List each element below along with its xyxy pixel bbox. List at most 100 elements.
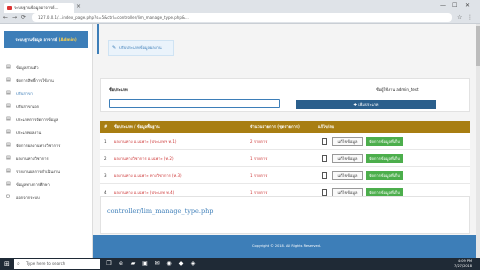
search-icon: ⌕ — [17, 261, 20, 267]
menu-item-icon: ⏻ — [6, 194, 10, 200]
taskbar: ⊞ ⌕ Type here to search ❐ e ▰ ▣ ✉ ◉ ◆ ◈ … — [0, 258, 480, 270]
sidebar-item[interactable]: ▤ รายงานผลการดำเนินงาน — [0, 166, 93, 177]
manage-button[interactable]: จัดการข้อมูลที่เก็บ — [366, 154, 403, 163]
browser-tab[interactable]: ระบบฐานข้อมูลอาจารย์… — [4, 3, 74, 13]
edge-icon[interactable]: e — [117, 260, 125, 268]
sidebar: ระบบฐานข้อมูล อาจารย์ (Admin) ▤ ข้อมูลส่ว… — [0, 24, 93, 258]
sidebar-item-label: ปรับสาขาเอก — [16, 104, 40, 109]
breadcrumb: ✎ ปรับประเภทข้อมูลผลงาน — [108, 40, 174, 56]
col-count: จำนวนรายการ (ชุดรายการ) — [250, 124, 300, 129]
breadcrumb-text: ปรับประเภทข้อมูลผลงาน — [119, 45, 162, 50]
sidebar-item-label: ข้อมูลส่วนตัว — [16, 65, 39, 70]
scroll-thumb[interactable] — [476, 26, 480, 66]
add-type-button[interactable]: ✚ เพิ่มประเภท — [296, 100, 436, 109]
document-icon[interactable] — [322, 189, 327, 196]
star-icon[interactable]: ☆ — [457, 13, 462, 22]
tab-title: ระบบฐานข้อมูลอาจารย์… — [14, 5, 59, 10]
folder-icon[interactable]: ▰ — [129, 260, 137, 268]
store-icon[interactable]: ▣ — [141, 260, 149, 268]
document-icon[interactable] — [322, 172, 327, 179]
chrome-icon[interactable]: ◉ — [165, 260, 173, 268]
menu-item-icon: ▤ — [6, 77, 11, 83]
address-bar[interactable]: 127.0.0.1/...index_page.php?s=5&ctrl=con… — [32, 13, 452, 22]
user-label: ชื่อผู้ใช้งาน admin_test — [376, 87, 419, 92]
type-name-label: ชื่อประเภท — [109, 87, 128, 92]
row-name[interactable]: ผลงานทาง อ.เฉพาะ (ประเภทฯ ท.1) — [114, 133, 176, 150]
menu-item-icon: ▤ — [6, 142, 11, 148]
controller-path: controller/lim_manage_type.php — [107, 207, 214, 215]
search-placeholder: Type here to search — [26, 261, 66, 266]
col-name: ชื่อประเภท / ข้อมูลพื้นฐาน — [114, 124, 160, 129]
main-content: ✎ ปรับประเภทข้อมูลผลงาน ชื่อประเภท ชื่อผ… — [93, 24, 480, 258]
clock[interactable]: 4:09 PM 7/27/2018 — [454, 259, 472, 269]
menu-icon[interactable]: ⋮ — [467, 13, 473, 22]
add-type-panel: ชื่อประเภท ชื่อผู้ใช้งาน admin_test ✚ เพ… — [100, 78, 470, 112]
favicon-icon — [7, 6, 12, 10]
table-row: 2 ผลงานทางวิชาการ อ.เฉพาะ (ท.2) 1 รายการ แก… — [100, 150, 470, 167]
task-view-icon[interactable]: ❐ — [105, 260, 113, 268]
sidebar-item[interactable]: ▤ ผลงานทางวิชาการ — [0, 153, 93, 164]
maximize-icon[interactable]: ☐ — [452, 2, 457, 9]
reload-icon[interactable]: ⟳ — [21, 13, 26, 22]
app-icon[interactable]: ◆ — [177, 260, 185, 268]
sidebar-item-label: ประเภทการจัดการข้อมูล — [16, 117, 59, 122]
sidebar-item-label: ข้อมูลทางการศึกษา — [16, 182, 50, 187]
menu-item-icon: ▤ — [6, 155, 11, 161]
back-icon[interactable]: ← — [3, 13, 8, 22]
window-close-icon[interactable]: ✕ — [465, 2, 470, 9]
taskbar-search[interactable]: ⌕ Type here to search — [14, 259, 100, 269]
edit-button[interactable]: แก้ไขข้อมูล — [332, 137, 363, 146]
browser-chrome: ระบบฐานข้อมูลอาจารย์… × — ☐ ✕ ← → ⟳ 127.… — [0, 0, 480, 24]
edit-button[interactable]: แก้ไขข้อมูล — [332, 154, 363, 163]
sidebar-item-label: ผลงานทางวิชาการ — [16, 156, 49, 161]
menu-item-icon: ▤ — [6, 116, 11, 122]
sidebar-item[interactable]: ▤ ปรับสาขา — [0, 88, 93, 99]
table-header: # ชื่อประเภท / ข้อมูลพื้นฐาน จำนวนรายการ… — [100, 121, 470, 133]
menu-item-icon: ▤ — [6, 103, 11, 109]
tab-close-icon[interactable]: × — [76, 3, 81, 10]
edit-button[interactable]: แก้ไขข้อมูล — [332, 171, 363, 180]
row-number: 2 — [104, 156, 107, 161]
sidebar-item-label: จัดการผลงานทางวิชาการ — [16, 143, 61, 148]
document-icon[interactable] — [322, 155, 327, 162]
col-number: # — [104, 124, 108, 129]
mail-icon[interactable]: ✉ — [153, 260, 161, 268]
sidebar-item-label: ออกจากระบบ — [16, 195, 40, 200]
menu-item-icon: ▤ — [6, 129, 11, 135]
manage-button[interactable]: จัดการข้อมูลที่เก็บ — [366, 171, 403, 180]
app-title: ระบบฐานข้อมูล อาจารย์ — [15, 37, 58, 42]
edit-icon: ✎ — [112, 45, 117, 51]
types-table: # ชื่อประเภท / ข้อมูลพื้นฐาน จำนวนรายการ… — [100, 121, 470, 201]
row-count: 1 รายการ — [250, 156, 268, 161]
row-name[interactable]: ผลงานทาง อ.เฉพาะ ทางวิชาการ (ท.3) — [114, 167, 182, 184]
table-row: 1 ผลงานทาง อ.เฉพาะ (ประเภทฯ ท.1) 2 รายการ แ… — [100, 133, 470, 150]
sidebar-item[interactable]: ▤ ประเภทการจัดการข้อมูล — [0, 114, 93, 125]
row-count: 1 รายการ — [250, 173, 268, 178]
row-name[interactable]: ผลงานทางวิชาการ อ.เฉพาะ (ท.2) — [114, 150, 174, 167]
forward-icon[interactable]: → — [12, 13, 17, 22]
type-name-input[interactable] — [109, 99, 280, 108]
sidebar-item[interactable]: ▤ จัดการสิทธิ์การใช้งาน — [0, 75, 93, 86]
manage-button[interactable]: จัดการข้อมูลที่เก็บ — [366, 137, 403, 146]
menu-item-icon: ▤ — [6, 181, 11, 187]
start-icon[interactable]: ⊞ — [4, 260, 10, 268]
sidebar-item[interactable]: ▤ ข้อมูลทางการศึกษา — [0, 179, 93, 190]
sidebar-header: ระบบฐานข้อมูล อาจารย์ (Admin) — [4, 31, 88, 48]
accent-line — [97, 24, 99, 54]
table-body: 1 ผลงานทาง อ.เฉพาะ (ประเภทฯ ท.1) 2 รายการแ… — [100, 133, 470, 201]
role-badge: (Admin) — [58, 37, 77, 42]
table-row: 3 ผลงานทาง อ.เฉพาะ ทางวิชาการ (ท.3) 1 รายก… — [100, 167, 470, 184]
minimize-icon[interactable]: — — [440, 2, 446, 9]
app2-icon[interactable]: ◈ — [189, 260, 197, 268]
sidebar-item[interactable]: ⏻ ออกจากระบบ — [0, 192, 93, 203]
menu-item-icon: ▤ — [6, 64, 11, 70]
document-icon[interactable] — [322, 138, 327, 145]
sidebar-item[interactable]: ▤ ประเภทผลงาน — [0, 127, 93, 138]
sidebar-item[interactable]: ▤ ปรับสาขาเอก — [0, 101, 93, 112]
sidebar-item[interactable]: ▤ จัดการผลงานทางวิชาการ — [0, 140, 93, 151]
menu-item-icon: ▤ — [6, 168, 11, 174]
col-actions: แก้ไข/ลบ — [318, 124, 335, 129]
row-number: 3 — [104, 173, 107, 178]
sidebar-item[interactable]: ▤ ข้อมูลส่วนตัว — [0, 62, 93, 73]
row-count: 2 รายการ — [250, 139, 268, 144]
